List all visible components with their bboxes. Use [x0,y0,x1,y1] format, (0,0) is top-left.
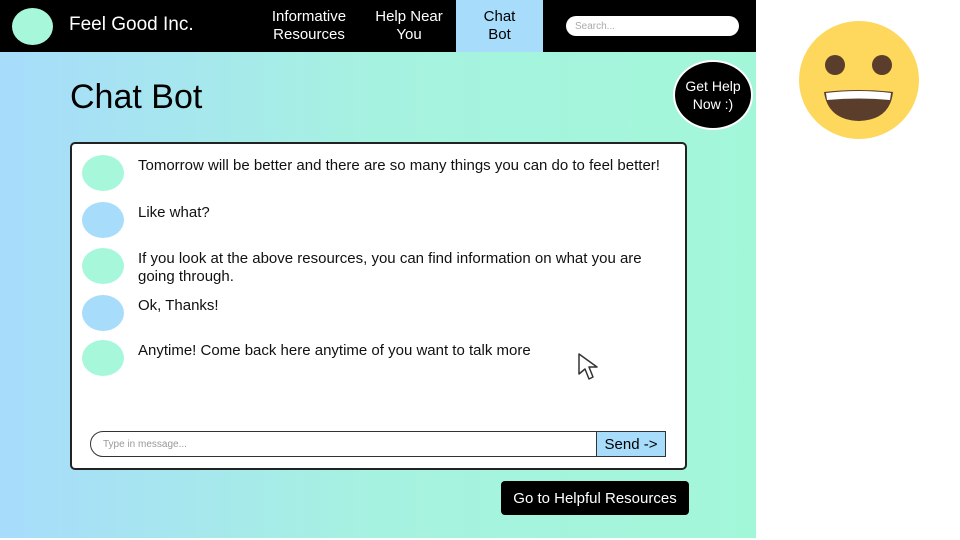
chat-message-text: Like what? [138,204,210,221]
navbar: Feel Good Inc. Informative Resources Hel… [0,0,756,52]
go-to-resources-button[interactable]: Go to Helpful Resources [501,481,689,515]
chat-message: Like what? [82,202,672,238]
nav-link-help-near-you[interactable]: Help Near You [362,0,456,52]
user-avatar [82,295,124,331]
get-help-now-button[interactable]: Get Help Now :) [673,60,753,130]
user-avatar [82,202,124,238]
send-button[interactable]: Send -> [596,431,666,457]
chat-message: Tomorrow will be better and there are so… [82,155,672,191]
chat-message: Ok, Thanks! [82,295,672,331]
bot-avatar [82,155,124,191]
chat-message-text: Tomorrow will be better and there are so… [138,157,660,174]
cursor-arrow-icon [578,353,598,380]
chat-window: Tomorrow will be better and there are so… [70,142,687,470]
chat-message-text: Ok, Thanks! [138,297,219,314]
nav-link-chat-bot[interactable]: Chat Bot [456,0,543,52]
bot-avatar [82,248,124,284]
message-input[interactable] [90,431,598,457]
brand-name[interactable]: Feel Good Inc. [69,14,194,36]
nav-link-informative-resources[interactable]: Informative Resources [262,0,356,52]
bot-avatar [82,340,124,376]
chat-message: If you look at the above resources, you … [82,248,672,286]
chat-message-text: If you look at the above resources, you … [138,250,642,285]
search-input[interactable] [566,16,739,36]
page-title: Chat Bot [70,78,203,116]
chat-message-text: Anytime! Come back here anytime of you w… [138,342,531,359]
logo-icon[interactable] [12,8,53,45]
message-composer: Send -> [90,431,668,457]
app-window: Feel Good Inc. Informative Resources Hel… [0,0,756,538]
grinning-face-icon [799,21,919,139]
